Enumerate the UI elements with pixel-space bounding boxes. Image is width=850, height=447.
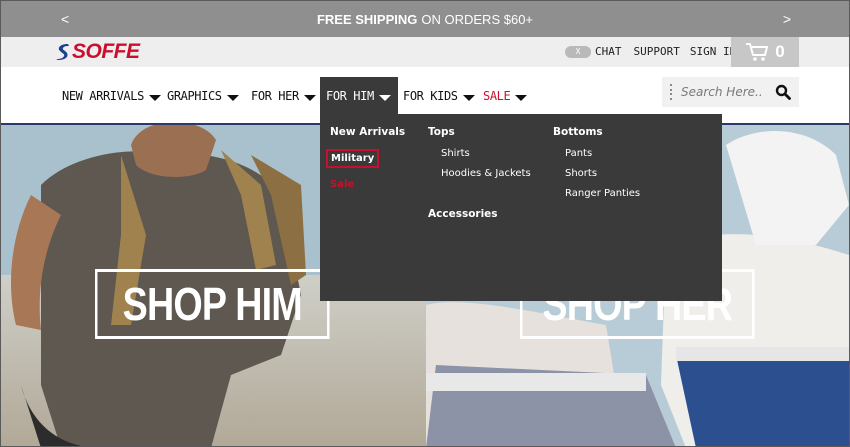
dd-sale-link[interactable]: Sale: [330, 179, 405, 190]
dropdown-col-bottoms: Bottoms Pants Shorts Ranger Panties: [553, 126, 640, 208]
dd-bottoms-heading[interactable]: Bottoms: [553, 126, 640, 138]
logo-swoosh-icon: [56, 44, 69, 60]
nav-label: NEW ARRIVALS: [62, 89, 144, 103]
promo-prev-arrow[interactable]: <: [61, 11, 69, 27]
dd-military-link[interactable]: Military: [326, 149, 380, 168]
dropdown-col-featured: New Arrivals Military Sale: [326, 126, 405, 190]
utility-bar: SOFFE X CHAT SUPPORT SIGN IN 0: [1, 37, 849, 67]
dd-new-arrivals-link[interactable]: New Arrivals: [330, 126, 405, 138]
caret-down-icon: [226, 94, 239, 101]
promo-text: ON ORDERS $60+: [421, 11, 534, 27]
caret-down-icon: [515, 94, 528, 101]
nav-new-arrivals[interactable]: NEW ARRIVALS: [62, 77, 161, 115]
promo-bold-text: FREE SHIPPING: [316, 11, 418, 27]
support-link[interactable]: SUPPORT: [634, 45, 680, 58]
nav-label: FOR HER: [251, 89, 299, 103]
caret-down-icon: [303, 94, 316, 101]
search-input[interactable]: [681, 85, 773, 99]
sign-in-link[interactable]: SIGN IN: [690, 45, 736, 58]
promo-next-arrow[interactable]: >: [783, 11, 791, 27]
brand-logo[interactable]: SOFFE: [55, 40, 140, 63]
dd-pants-link[interactable]: Pants: [565, 148, 640, 159]
nav-label: FOR KIDS: [403, 89, 458, 103]
caret-down-icon: [378, 94, 391, 101]
dd-hoodies-link[interactable]: Hoodies & Jackets: [441, 168, 531, 179]
dropdown-col-tops: Tops Shirts Hoodies & Jackets Accessorie…: [428, 126, 531, 230]
chat-icon[interactable]: X: [565, 45, 591, 58]
nav-label: GRAPHICS: [167, 89, 222, 103]
nav-graphics[interactable]: GRAPHICS: [167, 77, 239, 115]
drag-dots-icon: [670, 84, 673, 100]
cart-count: 0: [775, 42, 785, 61]
page-frame: < FREE SHIPPING ON ORDERS $60+ > SOFFE X…: [0, 0, 850, 447]
dd-accessories-link[interactable]: Accessories: [428, 208, 531, 220]
nav-label: SALE: [483, 89, 511, 103]
dd-ranger-panties-link[interactable]: Ranger Panties: [565, 188, 640, 199]
nav-sale[interactable]: SALE: [483, 77, 528, 115]
caret-down-icon: [148, 94, 161, 101]
cart-button[interactable]: 0: [731, 37, 799, 67]
dd-shirts-link[interactable]: Shirts: [441, 148, 531, 159]
for-him-dropdown: New Arrivals Military Sale Tops Shirts H…: [320, 114, 722, 301]
nav-for-kids[interactable]: FOR KIDS: [403, 77, 475, 115]
utility-links: X CHAT SUPPORT SIGN IN: [565, 45, 736, 58]
nav-for-him[interactable]: FOR HIM: [320, 77, 398, 115]
chat-link[interactable]: CHAT: [595, 45, 622, 58]
dd-tops-heading[interactable]: Tops: [428, 126, 531, 138]
search-icon[interactable]: [775, 84, 791, 100]
caret-down-icon: [462, 94, 475, 101]
cart-icon: [746, 43, 769, 61]
search-box: [662, 77, 799, 107]
nav-for-her[interactable]: FOR HER: [251, 77, 316, 115]
promo-bar: < FREE SHIPPING ON ORDERS $60+ >: [1, 1, 849, 37]
shop-him-button[interactable]: SHOP HIM: [95, 269, 330, 339]
brand-name: SOFFE: [72, 40, 140, 63]
dd-shorts-link[interactable]: Shorts: [565, 168, 640, 179]
nav-label: FOR HIM: [326, 89, 374, 103]
